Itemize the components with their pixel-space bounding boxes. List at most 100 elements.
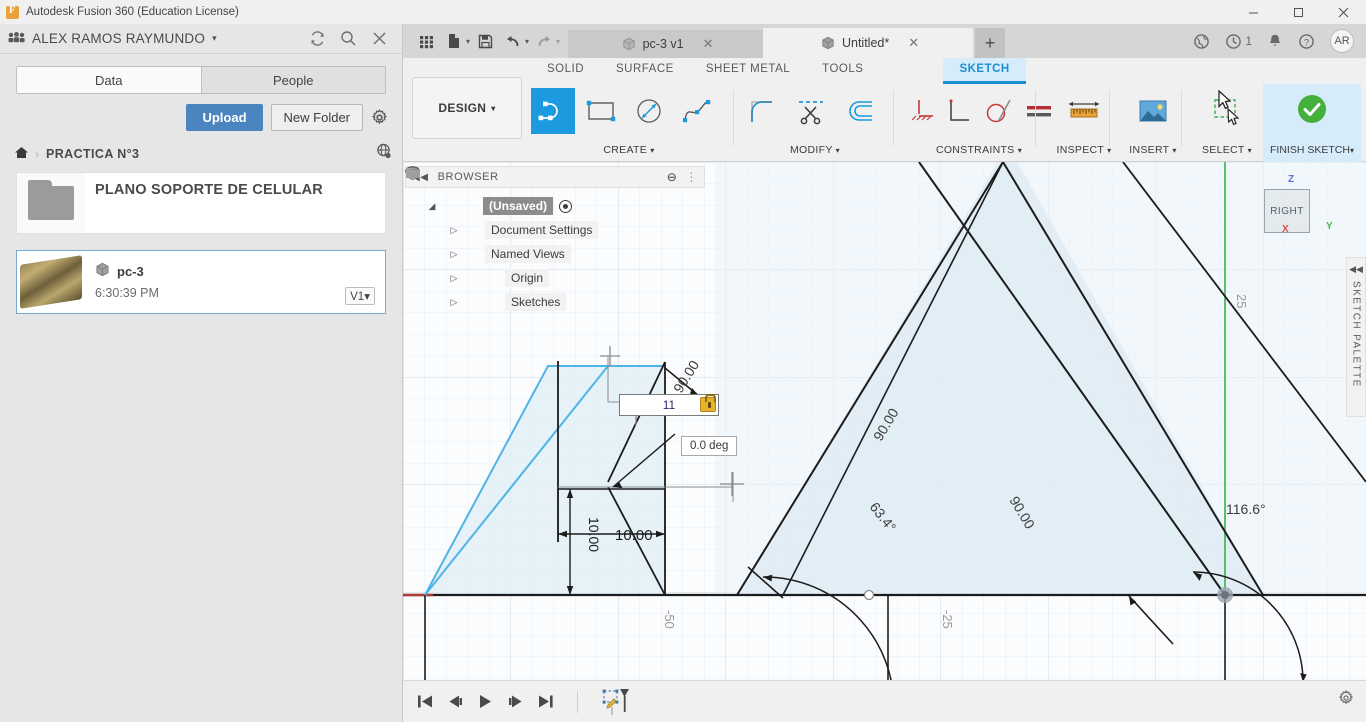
lock-icon[interactable] [700,394,716,412]
home-icon[interactable] [14,146,29,162]
close-icon[interactable]: ✕ [908,35,919,51]
browser-resize-grip[interactable]: ⋮ [685,170,698,184]
fillet-tool-icon[interactable] [741,88,785,134]
breadcrumb-current[interactable]: PRACTICA N°3 [46,147,139,161]
job-status-icon[interactable] [1193,33,1210,50]
undo-icon[interactable] [500,28,526,54]
expand-triangle-icon[interactable]: ▷ [445,273,463,284]
tab-people[interactable]: People [200,67,385,93]
ribbon-group-modify: MODIFY ▾ [741,84,889,162]
timeline-settings-icon[interactable] [1338,689,1354,711]
minimize-browser-icon[interactable]: ⊖ [667,170,678,184]
spline-tool-icon[interactable] [675,88,719,134]
close-panel-icon[interactable] [371,30,388,47]
tangent-constraint-icon[interactable] [981,88,1017,134]
expand-triangle-icon[interactable]: ◢ [423,201,441,212]
upload-button[interactable]: Upload [186,104,263,131]
file-new-icon[interactable] [441,28,467,54]
angle-input[interactable]: 0.0 deg [681,436,738,456]
tab-solid[interactable]: SOLID [531,58,600,84]
insert-chevron-down-icon[interactable]: ▾ [1172,146,1176,155]
axis-x-label: X [1282,224,1289,235]
redo-chevron-down-icon[interactable]: ▾ [556,37,560,46]
offset-tool-icon[interactable] [837,88,881,134]
perpendicular-constraint-icon[interactable] [941,88,977,134]
save-icon[interactable] [472,28,498,54]
tab-sheet-metal[interactable]: SHEET METAL [690,58,806,84]
tree-item-origin[interactable]: ▷ Origin [405,166,705,290]
tree-item-unsaved[interactable]: ◢ (Unsaved) [405,166,705,218]
new-folder-button[interactable]: New Folder [270,104,363,131]
expand-triangle-icon[interactable]: ▷ [445,225,463,236]
measure-tool-icon[interactable] [1062,88,1106,134]
constraints-chevron-down-icon[interactable]: ▾ [1018,146,1022,155]
circle-tool-icon[interactable] [627,88,671,134]
fix-constraint-icon[interactable] [901,88,937,134]
view-cube[interactable]: RIGHT Z X Y [1264,174,1342,242]
play-icon[interactable] [477,694,494,709]
rectangle-tool-icon[interactable] [579,88,623,134]
step-back-icon[interactable] [447,694,464,709]
finish-sketch-label: FINISH SKETCH [1270,144,1350,156]
sketch-palette-tab[interactable]: ◀◀ SKETCH PALETTE [1346,257,1366,417]
trim-tool-icon[interactable] [789,88,833,134]
tree-item-named-views[interactable]: ▷ Named Views [405,168,705,266]
data-panel-actions: Upload New Folder [0,94,402,131]
part-timestamp: 6:30:39 PM [95,286,159,300]
help-icon[interactable]: ? [1298,33,1315,50]
new-document-tab-button[interactable]: + [975,28,1006,58]
tab-tools[interactable]: TOOLS [806,58,879,84]
sketch-canvas[interactable]: 90.00 90.00 90.00 10.00 10.00 63.4° 116.… [403,162,1366,722]
undo-chevron-down-icon[interactable]: ▾ [525,37,529,46]
angle-value: 0.0 deg [690,440,729,452]
globe-icon[interactable] [376,143,392,164]
gear-icon[interactable] [371,109,388,126]
expand-triangle-icon[interactable]: ▷ [445,297,463,308]
tree-item-document-settings[interactable]: ▷ Document Settings [405,167,705,242]
search-icon[interactable] [340,30,357,47]
recent-activity-icon[interactable]: 1 [1225,33,1252,50]
workspace-switcher[interactable]: DESIGN ▾ [412,77,522,139]
collapse-palette-icon[interactable]: ◀◀ [1349,264,1363,275]
list-item[interactable]: pc-3 6:30:39 PM V1▾ [16,250,386,314]
ribbon-group-inspect: INSPECT ▾ [1043,84,1125,162]
document-tab-pc-3[interactable]: pc-3 v1 ✕ [568,30,764,58]
avatar[interactable]: AR [1330,29,1354,53]
finish-sketch-button[interactable]: FINISH SKETCH▾ [1263,84,1361,162]
maximize-button[interactable] [1276,0,1321,24]
close-icon[interactable]: ✕ [703,36,714,52]
modify-chevron-down-icon[interactable]: ▾ [836,146,840,155]
expand-triangle-icon[interactable]: ▷ [445,249,463,260]
jump-to-beginning-icon[interactable] [417,694,434,709]
list-item[interactable]: PLANO SOPORTE DE CELULAR [16,172,386,234]
part-name: pc-3 [117,263,144,279]
tab-sketch[interactable]: SKETCH [943,58,1026,84]
jump-to-end-icon[interactable] [537,694,554,709]
notifications-bell-icon[interactable] [1267,33,1283,50]
tree-item-sketches[interactable]: ▷ Sketches [405,166,705,314]
select-chevron-down-icon[interactable]: ▾ [1248,146,1252,155]
browser-tree: ◢ (Unsaved) ▷ Document Settings ▷ Named … [405,166,705,314]
minimize-button[interactable] [1231,0,1276,24]
refresh-icon[interactable] [309,30,326,47]
insert-image-icon[interactable] [1131,88,1175,134]
ribbon-group-label: SELECT [1201,144,1245,156]
data-people-tabs: Data People [16,66,386,94]
account-chevron-down-icon[interactable]: ▾ [212,33,217,44]
line-tool-icon[interactable] [531,88,575,134]
redo-icon[interactable] [531,28,557,54]
close-button[interactable] [1321,0,1366,24]
browser-panel: ◀◀ BROWSER ⊖ ⋮ ◢ (Unsaved) ▷ Document Se… [405,166,705,314]
document-tab-untitled[interactable]: Untitled* ✕ [763,28,974,58]
folder-thumbnail [17,173,85,233]
sketch-feature-icon[interactable] [601,687,631,717]
create-chevron-down-icon[interactable]: ▾ [650,146,654,155]
inspect-chevron-down-icon[interactable]: ▾ [1107,146,1111,155]
activate-component-radio[interactable] [559,199,573,213]
version-badge[interactable]: V1▾ [345,287,375,305]
file-chevron-down-icon[interactable]: ▾ [466,37,470,46]
app-grid-icon[interactable] [413,28,439,54]
step-forward-icon[interactable] [507,694,524,709]
tab-surface[interactable]: SURFACE [600,58,690,84]
tab-data[interactable]: Data [17,67,201,93]
